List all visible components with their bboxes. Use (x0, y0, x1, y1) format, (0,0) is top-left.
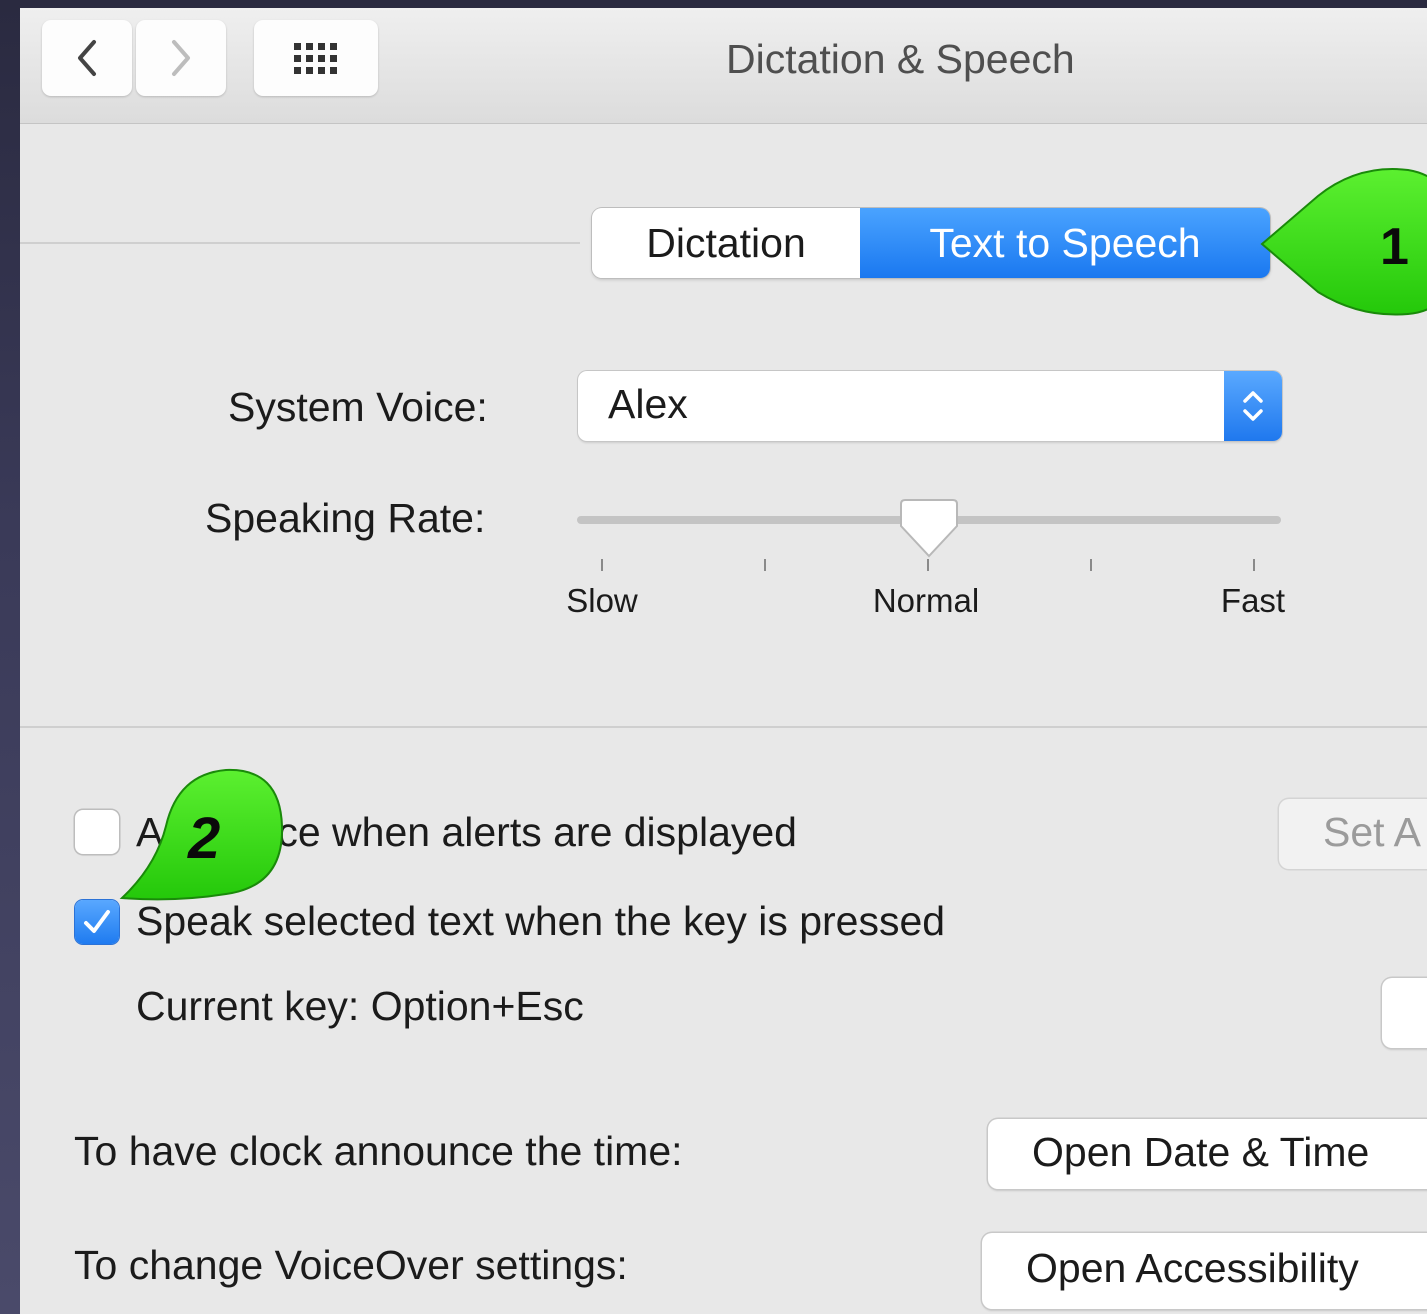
preferences-window: Dictation & Speech Dictation Text to Spe… (20, 8, 1427, 1314)
current-key-label: Current key: Option+Esc (136, 983, 584, 1029)
speak-selected-checkbox[interactable] (75, 900, 119, 944)
title-bar: Dictation & Speech (20, 8, 1427, 124)
checkmark-icon (84, 910, 110, 933)
tick-label-normal: Normal (872, 582, 980, 619)
callout-2-number: 2 (187, 806, 220, 871)
show-all-grid-icon (294, 43, 337, 74)
slider-tick (927, 559, 929, 571)
tab-segmented-control: Dictation Text to Speech (592, 208, 1270, 278)
chevron-left-icon (78, 40, 96, 76)
updown-arrows-icon (1224, 371, 1282, 441)
voiceover-label: To change VoiceOver settings: (74, 1242, 628, 1288)
system-voice-value: Alex (608, 381, 688, 427)
open-accessibility-button[interactable]: Open Accessibility (982, 1233, 1427, 1309)
show-all-button[interactable] (254, 20, 378, 96)
callout-1-number: 1 (1380, 218, 1409, 276)
callout-1: 1 (1260, 168, 1427, 316)
chevron-right-icon (172, 40, 190, 76)
tick-label-fast: Fast (1220, 582, 1286, 619)
change-key-button[interactable] (1382, 978, 1427, 1048)
tab-text-to-speech[interactable]: Text to Speech (860, 208, 1270, 278)
clock-label: To have clock announce the time: (74, 1128, 683, 1174)
speaking-rate-label: Speaking Rate: (205, 495, 486, 541)
slider-tick (764, 559, 766, 571)
slider-thumb[interactable] (899, 496, 959, 560)
slider-tick (601, 559, 603, 571)
slider-tick (1253, 559, 1255, 571)
tab-dictation[interactable]: Dictation (592, 208, 860, 278)
divider (20, 242, 580, 244)
tick-label-slow: Slow (566, 582, 638, 619)
window-title: Dictation & Speech (726, 36, 1075, 82)
callout-2: 2 (119, 768, 284, 901)
set-alert-options-button[interactable]: Set A (1279, 799, 1427, 869)
open-date-time-button[interactable]: Open Date & Time (988, 1119, 1427, 1189)
system-voice-label: System Voice: (228, 384, 488, 430)
announce-alerts-checkbox[interactable] (75, 810, 119, 854)
slider-tick (1090, 559, 1092, 571)
system-voice-select[interactable]: Alex (578, 371, 1282, 441)
divider (20, 726, 1427, 728)
forward-button[interactable] (136, 20, 226, 96)
back-button[interactable] (42, 20, 132, 96)
